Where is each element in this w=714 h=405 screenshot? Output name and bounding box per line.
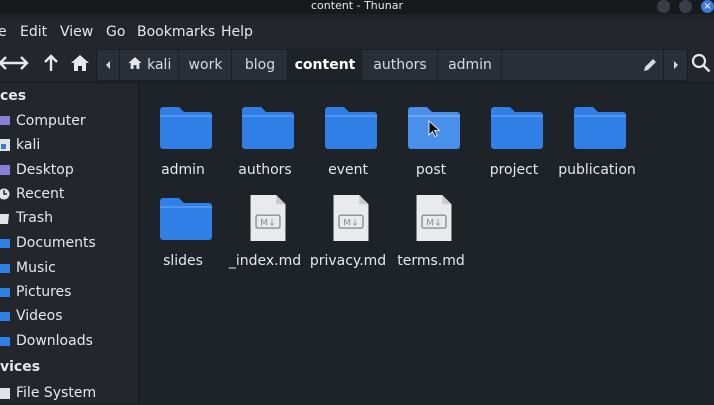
- sidebar-item-label: Desktop: [16, 162, 74, 178]
- file-view: admin authors event post project publica…: [139, 83, 714, 403]
- places-header: ces: [0, 88, 27, 104]
- sidebar-item-label: Documents: [16, 235, 96, 251]
- menu-edit[interactable]: Edit: [20, 24, 47, 40]
- folder-icon: [491, 107, 543, 149]
- sidebar-item-file-system[interactable]: File System: [0, 383, 138, 405]
- sidebar-item-computer[interactable]: Computer: [0, 111, 138, 133]
- crumb-admin[interactable]: admin: [437, 50, 502, 80]
- menubar: e Edit View Go Bookmarks Help: [0, 20, 714, 46]
- sidebar-item-label: Downloads: [16, 333, 93, 349]
- downloads-folder-icon: [0, 337, 10, 346]
- sidebar-item-recent[interactable]: Recent: [0, 184, 138, 206]
- chevron-right-icon: [674, 61, 678, 69]
- file-item-authors[interactable]: authors: [225, 92, 305, 178]
- pictures-folder-icon: [0, 288, 10, 297]
- file-item-privacy-md[interactable]: M↓ privacy.md: [308, 183, 388, 269]
- sidebar-item-label: Trash: [16, 210, 53, 226]
- folder-icon: [325, 107, 377, 149]
- crumb-blog[interactable]: blog: [231, 50, 288, 80]
- videos-folder-icon: [0, 312, 10, 321]
- sidebar-item-desktop[interactable]: Desktop: [0, 160, 138, 182]
- sidebar-item-label: Computer: [16, 113, 86, 129]
- search-icon[interactable]: [690, 52, 712, 74]
- sidebar-item-documents[interactable]: Documents: [0, 233, 138, 255]
- svg-text:M↓: M↓: [260, 217, 276, 228]
- crumb-content[interactable]: content: [287, 50, 362, 80]
- file-item-slides[interactable]: slides: [143, 183, 223, 269]
- sidebar-item-label: Pictures: [16, 284, 72, 300]
- computer-icon: [0, 116, 10, 125]
- file-item-admin[interactable]: admin: [143, 92, 223, 178]
- sidebar-item-trash[interactable]: Trash: [0, 208, 138, 230]
- markdown-file-icon: M↓: [416, 195, 452, 241]
- music-folder-icon: [0, 264, 10, 273]
- markdown-file-icon: M↓: [250, 195, 286, 241]
- sidebar-item-music[interactable]: Music: [0, 258, 138, 280]
- file-name: publication: [558, 162, 636, 178]
- file-item-post[interactable]: post: [391, 92, 471, 178]
- file-item-terms-md[interactable]: M↓ terms.md: [391, 183, 471, 269]
- edit-path-button[interactable]: [635, 50, 663, 80]
- crumb-label: kali: [147, 57, 172, 73]
- sidebar-item-label: Recent: [16, 186, 65, 202]
- forward-arrow-icon[interactable]: [10, 52, 32, 74]
- maximize-button[interactable]: [679, 0, 692, 13]
- desktop-icon: [0, 165, 10, 175]
- menu-help[interactable]: Help: [221, 24, 253, 40]
- documents-folder-icon: [0, 239, 10, 248]
- sidebar-item-downloads[interactable]: Downloads: [0, 331, 138, 353]
- sidebar: ces Computer kali Desktop Recent Trash D…: [0, 83, 139, 403]
- sidebar-item-label: File System: [16, 385, 97, 401]
- close-button[interactable]: ×: [701, 0, 714, 13]
- sidebar-item-label: Music: [16, 260, 56, 276]
- home-icon[interactable]: [69, 52, 91, 74]
- window-title: content - Thunar: [311, 0, 403, 12]
- minimize-button[interactable]: [657, 0, 670, 13]
- title-bar: content - Thunar ×: [0, 0, 714, 14]
- up-arrow-icon[interactable]: [40, 52, 62, 74]
- folder-icon: [408, 107, 460, 149]
- file-name: terms.md: [397, 253, 465, 269]
- devices-header: vices: [0, 359, 41, 375]
- path-scroll-left-button[interactable]: [97, 50, 119, 80]
- file-item-index-md[interactable]: M↓ _index.md: [225, 183, 305, 269]
- path-bar: kali work blog content authors admin: [96, 49, 688, 81]
- sidebar-item-label: kali: [16, 137, 41, 153]
- markdown-file-icon: M↓: [333, 195, 369, 241]
- sidebar-item-kali[interactable]: kali: [0, 135, 138, 157]
- menu-go[interactable]: Go: [106, 24, 125, 40]
- home-icon: [128, 57, 142, 69]
- drive-icon: [0, 388, 10, 399]
- menu-view[interactable]: View: [60, 24, 93, 40]
- file-item-project[interactable]: project: [474, 92, 554, 178]
- svg-text:M↓: M↓: [343, 217, 359, 228]
- toolbar: kali work blog content authors admin: [0, 46, 714, 83]
- folder-icon: [160, 198, 212, 240]
- menu-file[interactable]: e: [0, 24, 7, 40]
- crumb-authors[interactable]: authors: [361, 50, 438, 80]
- home-folder-icon: [0, 139, 10, 151]
- menu-bookmarks[interactable]: Bookmarks: [137, 24, 215, 40]
- crumb-kali[interactable]: kali: [119, 50, 178, 80]
- clock-icon: [0, 188, 10, 200]
- pencil-icon: [644, 59, 656, 71]
- file-item-publication[interactable]: publication: [557, 92, 637, 178]
- crumb-work[interactable]: work: [178, 50, 232, 80]
- path-scroll-right-button[interactable]: [663, 50, 688, 80]
- trash-icon: [0, 214, 9, 224]
- svg-text:M↓: M↓: [426, 217, 442, 228]
- folder-icon: [242, 107, 294, 149]
- folder-icon: [574, 107, 626, 149]
- file-item-event[interactable]: event: [308, 92, 388, 178]
- folder-icon: [160, 107, 212, 149]
- sidebar-item-videos[interactable]: Videos: [0, 306, 138, 328]
- sidebar-item-pictures[interactable]: Pictures: [0, 282, 138, 304]
- sidebar-item-label: Videos: [16, 308, 63, 324]
- chevron-left-icon: [106, 61, 110, 69]
